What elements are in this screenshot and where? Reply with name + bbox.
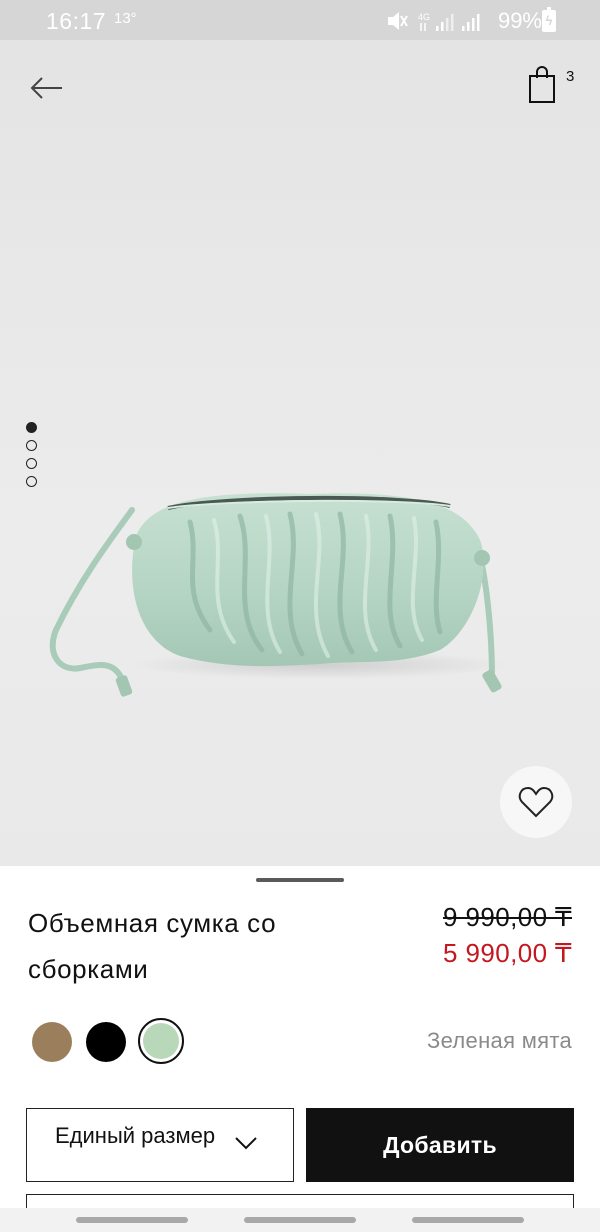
- pager-dot[interactable]: [26, 458, 37, 469]
- size-label: Единый размер: [55, 1123, 216, 1148]
- product-photo: [49, 493, 510, 697]
- back-arrow-icon[interactable]: [26, 68, 66, 108]
- size-selector[interactable]: Единый размер: [26, 1108, 294, 1182]
- pager-dot[interactable]: [26, 422, 37, 433]
- battery-icon: ϟ: [542, 7, 556, 32]
- chevron-down-icon: [235, 1137, 257, 1150]
- color-swatch-brown[interactable]: [32, 1022, 72, 1062]
- product-title: Объемная сумка со сборками: [28, 908, 277, 984]
- image-pager[interactable]: [26, 422, 40, 494]
- heart-icon: [518, 786, 554, 818]
- selected-color-label: Зеленая мята: [427, 1028, 572, 1053]
- add-to-cart-button[interactable]: Добавить: [306, 1108, 574, 1182]
- shopping-bag-button[interactable]: 3: [526, 64, 582, 112]
- product-image-gallery[interactable]: 3: [0, 40, 600, 866]
- nav-back-button[interactable]: [412, 1217, 524, 1223]
- favorite-button[interactable]: [500, 766, 572, 838]
- status-bar: 16:17 13° 4G 99% ϟ: [0, 0, 600, 40]
- color-swatch-mint[interactable]: [138, 1018, 184, 1064]
- cart-count-badge: 3: [566, 68, 575, 85]
- svg-text:4G: 4G: [418, 12, 430, 22]
- nav-home-button[interactable]: [244, 1217, 356, 1223]
- battery-percent: 99%: [497, 8, 542, 33]
- sheet-grabber[interactable]: [256, 878, 344, 882]
- status-time: 16:17: [46, 8, 107, 34]
- pager-dot[interactable]: [26, 476, 37, 487]
- system-nav-bar: [0, 1208, 600, 1232]
- old-price: 9 990,00 ₸: [443, 902, 572, 932]
- color-swatch-black[interactable]: [86, 1022, 126, 1062]
- shopping-bag-icon: [529, 66, 555, 103]
- sale-price: 5 990,00 ₸: [443, 938, 572, 968]
- nav-recents-button[interactable]: [76, 1217, 188, 1223]
- signal-icons: 4G: [388, 12, 480, 31]
- status-temperature: 13°: [114, 10, 137, 27]
- product-details-sheet: Объемная сумка со сборками 9 990,00 ₸ 5 …: [0, 866, 600, 1232]
- pager-dot[interactable]: [26, 440, 37, 451]
